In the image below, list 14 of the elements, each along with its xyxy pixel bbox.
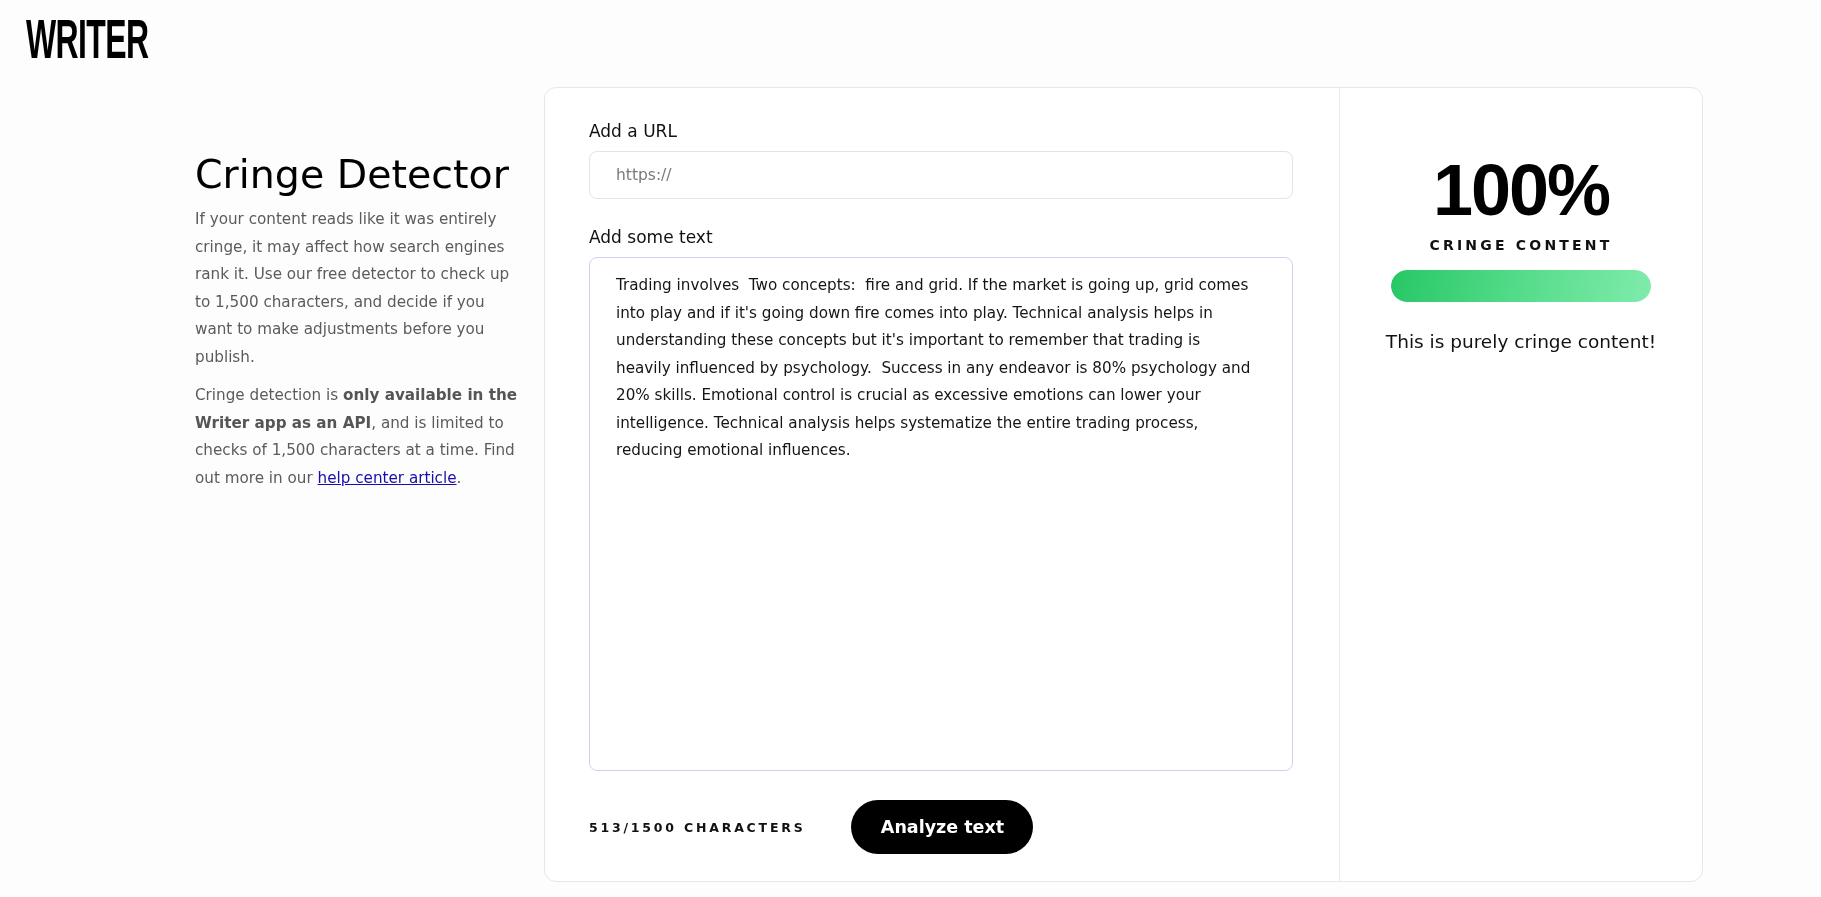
help-link[interactable]: help center article <box>317 468 457 487</box>
text-input-area[interactable]: Trading involves Two concepts: fire and grid. If the market is going up, grid comes into play and if it's going down fire comes into play. Technical analysis helps in understanding these concepts but it's important to remember that trading is heavily influenced by psychology. Success in any endeavor is 80% psychology and 20% skills. Emotional control is crucial as excessive emotions can lower your intelligence. Technical analysis helps systematize the entire trading process, reducing emotional influences. <box>589 257 1293 771</box>
analyze-button[interactable]: Analyze text <box>851 800 1034 854</box>
text-field-label: Add some text <box>589 226 714 248</box>
result-message: This is purely cringe content! <box>1385 330 1657 354</box>
score-value: 100% <box>1432 154 1610 226</box>
note-paragraph: Cringe detection is only available in the Writer app as an API, and is limited to checks of 1,500 characters at a time. Find out more in our help center article. <box>195 385 519 489</box>
description-paragraph: If your content reads like it was entirely cringe, it may affect how search engines rank it. Use our free detector to check up to 1,500 characters, and decide if you want to make adjustments before you publish. <box>195 209 511 368</box>
page-title: Cringe Detector <box>195 151 510 197</box>
url-field-label: Add a URL <box>589 120 678 142</box>
character-count: 513/1500 CHARACTERS <box>589 819 806 835</box>
url-input[interactable]: https:// <box>589 151 1293 199</box>
logo-wordmark[interactable]: WRITER <box>26 11 149 67</box>
score-label: CRINGE CONTENT <box>1429 236 1613 254</box>
